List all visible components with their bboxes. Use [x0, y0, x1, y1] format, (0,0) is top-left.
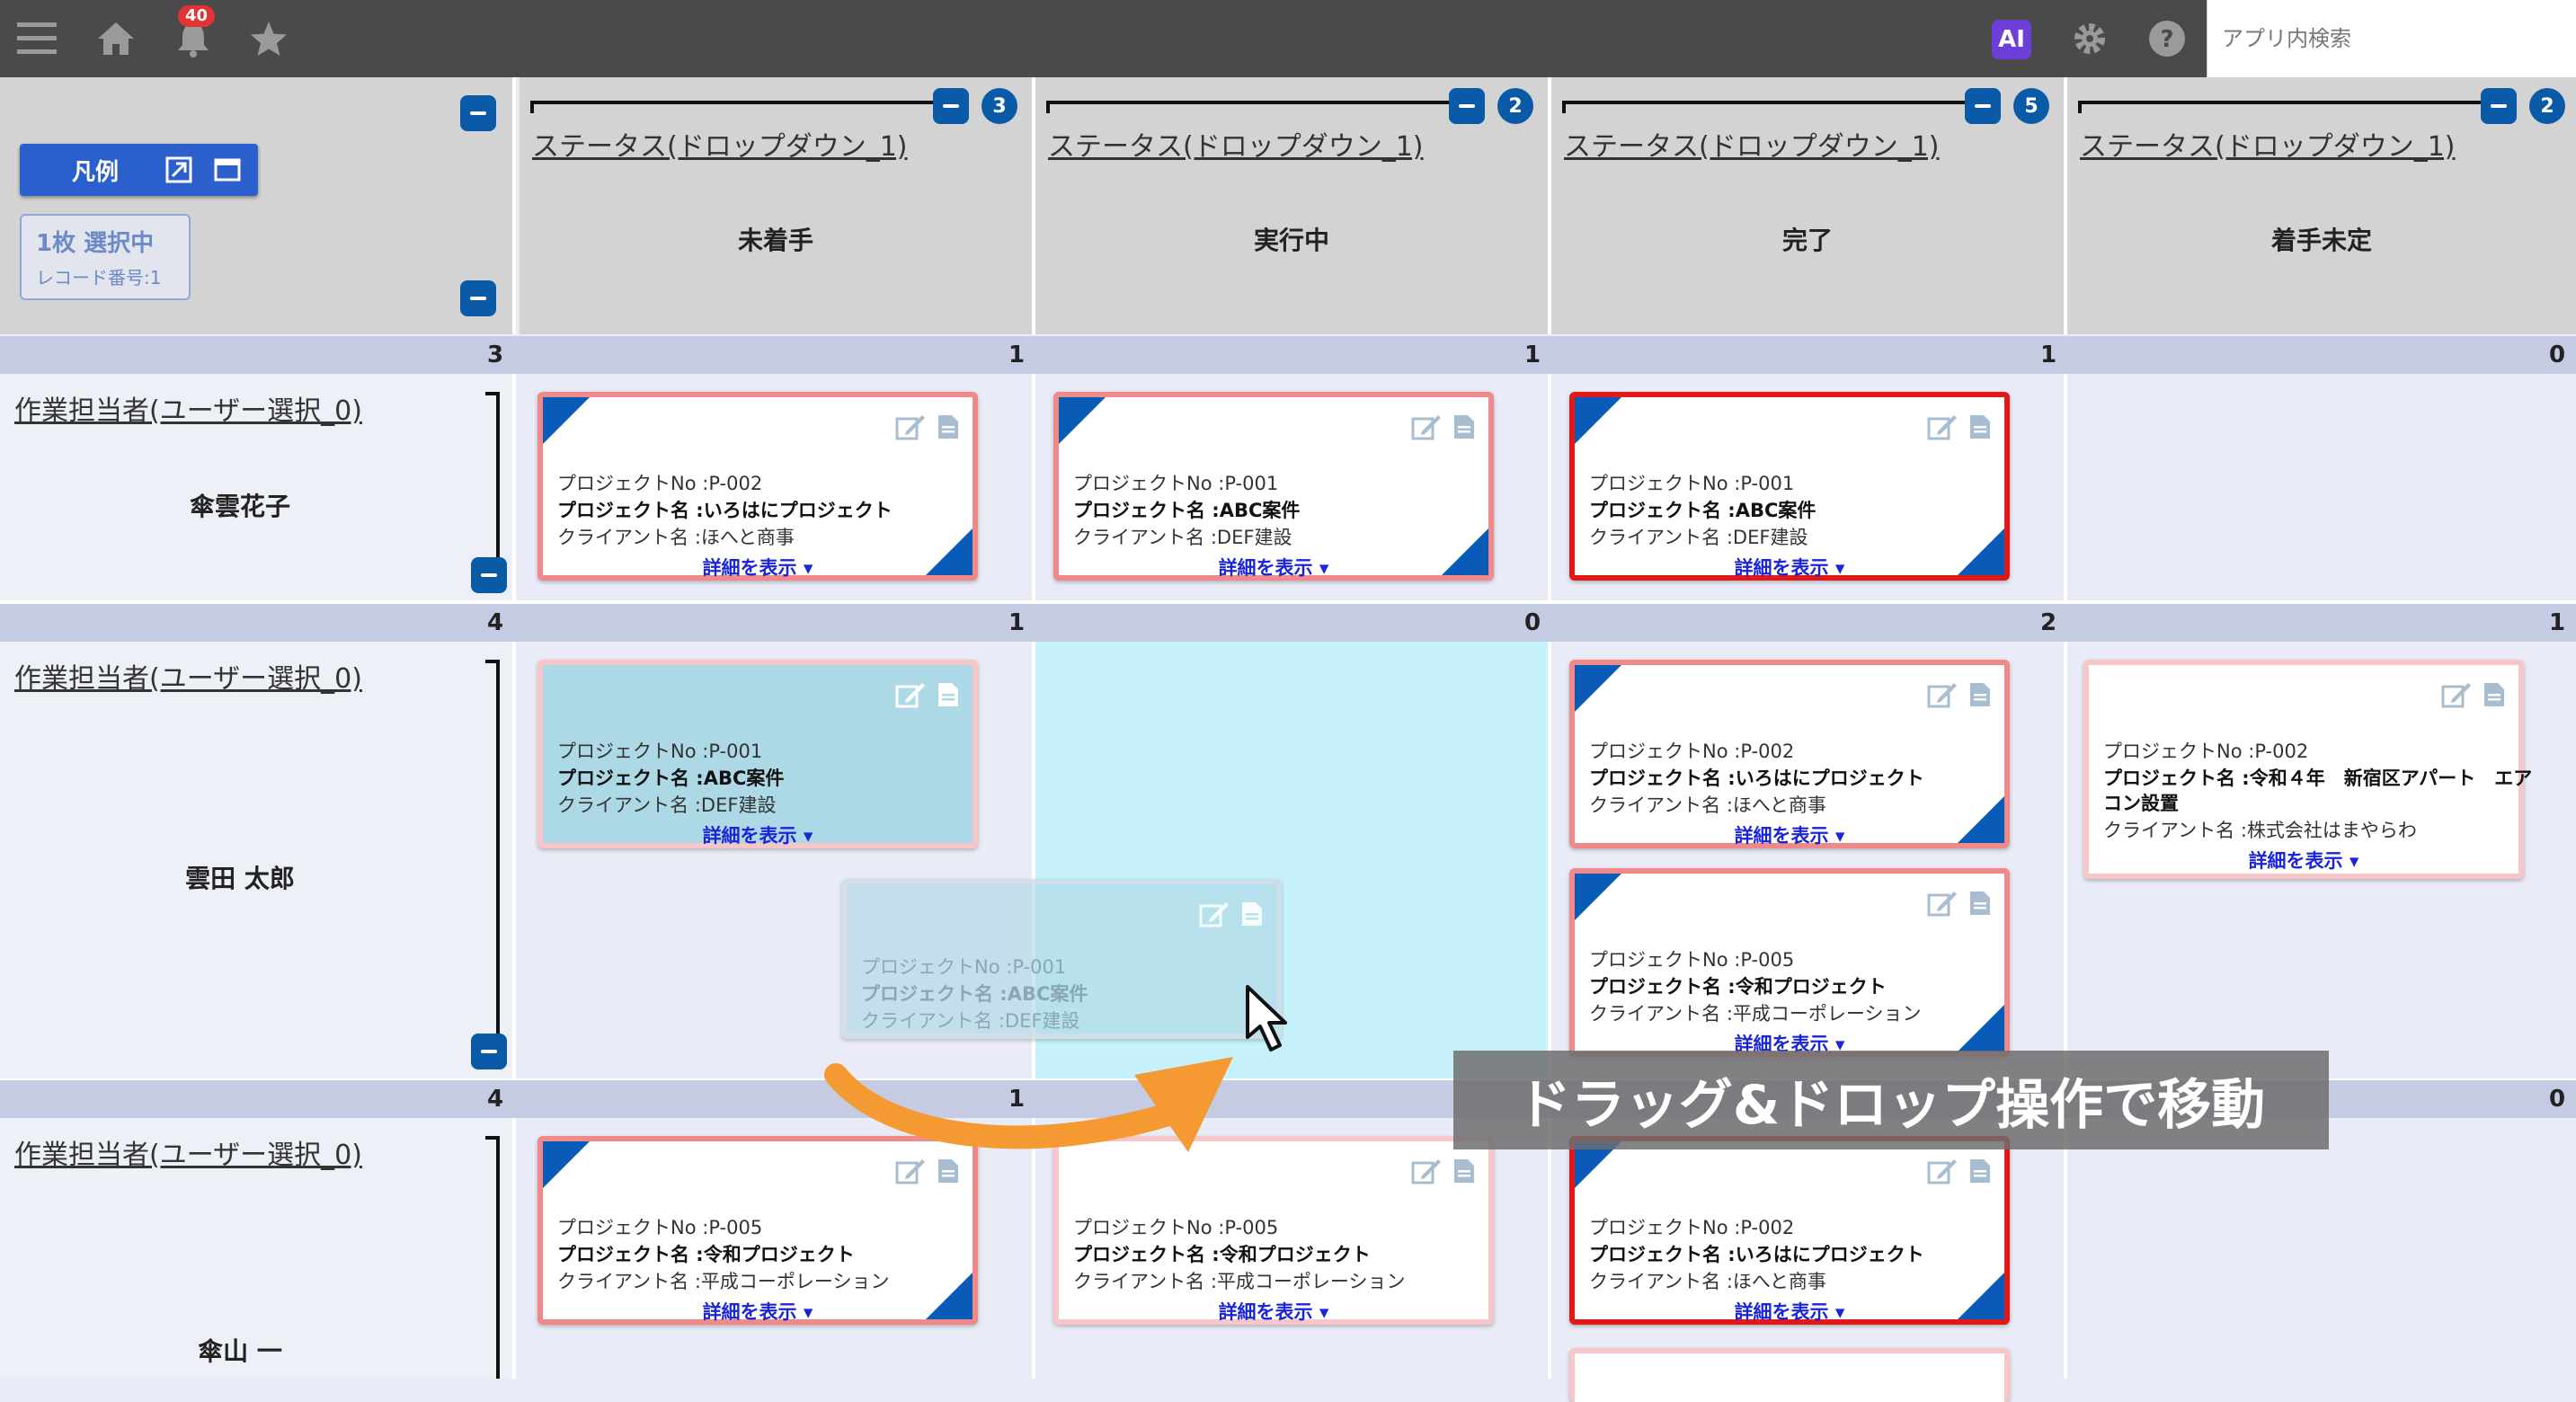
- mouse-cursor-icon: [1246, 985, 1287, 1052]
- drag-drop-caption: ドラッグ&ドロップ操作で移動: [1453, 1051, 2329, 1149]
- drag-arrow-annotation: [824, 1057, 1233, 1152]
